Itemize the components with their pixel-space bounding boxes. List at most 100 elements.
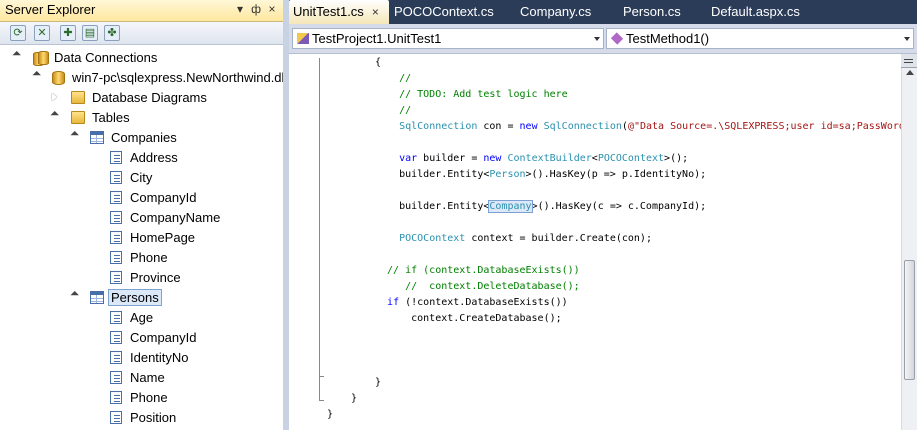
tree-node-column[interactable]: Name [0, 368, 283, 388]
code-line[interactable]: // TODO: Add test logic here [375, 88, 568, 102]
connect-to-database-icon[interactable]: ✚ [60, 25, 76, 41]
tree-node-database-diagrams[interactable]: Database Diagrams [0, 88, 283, 108]
tree-node-label: Position [130, 410, 177, 425]
tree-node-label: CompanyId [130, 330, 197, 345]
vertical-scrollbar[interactable] [901, 54, 917, 430]
tree-node-data-connections[interactable]: Data Connections [0, 48, 283, 68]
close-panel-icon[interactable]: × [265, 2, 279, 16]
code-line[interactable]: // context.DeleteDatabase(); [375, 280, 580, 294]
collapse-arrow-icon[interactable] [50, 111, 59, 120]
editor-split-handle[interactable] [901, 54, 917, 68]
tree-node-persons[interactable]: Persons [0, 288, 283, 308]
tree-node-column[interactable]: Province [0, 268, 283, 288]
column-icon [110, 191, 122, 204]
code-line[interactable]: } [351, 392, 357, 406]
close-tab-icon[interactable]: × [372, 5, 379, 19]
code-token: >().HasKey(p => p.IdentityNo); [525, 169, 707, 180]
table-icon [90, 291, 104, 304]
tree-node-column[interactable]: City [0, 168, 283, 188]
code-token: // TODO: Add test logic here [375, 89, 568, 100]
tree-node-column[interactable]: Phone [0, 388, 283, 408]
collapse-arrow-icon[interactable] [70, 291, 79, 300]
database-icon [52, 71, 65, 85]
code-line[interactable]: POCOContext context = builder.Create(con… [375, 232, 652, 246]
split-grip-icon [904, 59, 913, 60]
tree-node-label: HomePage [130, 230, 196, 245]
document-tab-strip: UnitTest1.cs × POCOContext.cs Company.cs Per… [289, 0, 917, 24]
tree-node-label: Name [130, 370, 165, 385]
code-line[interactable]: } [375, 376, 381, 390]
column-icon [110, 311, 122, 324]
column-icon [110, 371, 122, 384]
tree-node-column[interactable]: CompanyId [0, 188, 283, 208]
code-line[interactable]: var builder = new ContextBuilder<POCOCon… [375, 152, 688, 166]
code-line[interactable]: } [327, 408, 333, 422]
tree-node-column[interactable]: IdentityNo [0, 348, 283, 368]
column-icon [110, 171, 122, 184]
scrollbar-thumb[interactable] [904, 260, 915, 380]
code-line[interactable]: context.CreateDatabase(); [375, 312, 562, 326]
code-line[interactable]: builder.Entity<Company>().HasKey(c => c.… [375, 200, 706, 214]
tree-node-connection[interactable]: win7-pc\sqlexpress.NewNorthwind.dbo [0, 68, 283, 88]
code-line[interactable]: builder.Entity<Person>().HasKey(p => p.I… [375, 168, 706, 182]
tree-node-companies[interactable]: Companies [0, 128, 283, 148]
type-selector-dropdown[interactable]: TestProject1.UnitTest1 [292, 28, 604, 49]
tree-node-column[interactable]: CompanyId [0, 328, 283, 348]
stop-icon[interactable]: ✕ [34, 25, 50, 41]
tree-node-label: Tables [92, 110, 130, 125]
scroll-up-icon[interactable] [906, 70, 914, 75]
tab-company-cs[interactable]: Company.cs [516, 0, 612, 24]
code-token: context = builder.Create(con); [465, 233, 652, 244]
code-token: Company [488, 200, 533, 213]
visual-studio-window: Server Explorer ▾ ф × ⟳ ✕ ✚ ▤ ✤ Data Connect… [0, 0, 917, 430]
collapse-arrow-icon[interactable] [12, 51, 21, 60]
code-token: } [375, 377, 382, 388]
code-line[interactable]: { [375, 56, 381, 70]
tree-node-tables[interactable]: Tables [0, 108, 283, 128]
code-line[interactable]: // if (context.DatabaseExists()) [375, 264, 580, 278]
tree-node-column[interactable]: Position [0, 408, 283, 428]
tree-node-label: Database Diagrams [92, 90, 207, 105]
refresh-icon[interactable]: ⟳ [10, 25, 26, 41]
tab-pococontext-cs[interactable]: POCOContext.cs [390, 0, 510, 24]
code-editor[interactable]: { // // TODO: Add test logic here // Sql… [289, 54, 901, 430]
collapse-arrow-icon[interactable] [32, 71, 41, 80]
tree-node-column[interactable]: Address [0, 148, 283, 168]
code-token: // context.DeleteDatabase(); [375, 281, 580, 292]
code-line[interactable]: // [375, 104, 411, 118]
column-icon [110, 351, 122, 364]
tree-node-column[interactable]: CompanyName [0, 208, 283, 228]
table-icon [90, 131, 104, 144]
tree-node-column[interactable]: HomePage [0, 228, 283, 248]
tab-unittest1-cs[interactable]: UnitTest1.cs × [289, 0, 389, 24]
code-token: // [375, 105, 412, 116]
tree-node-label: Age [130, 310, 154, 325]
member-selector-value: TestMethod1() [626, 31, 710, 46]
code-line[interactable]: SqlConnection con = new SqlConnection(@"… [375, 120, 901, 134]
code-token: new [519, 121, 538, 132]
code-text[interactable]: { // // TODO: Add test logic here // Sql… [289, 54, 901, 430]
tree-node-column[interactable]: Age [0, 308, 283, 328]
tab-person-cs[interactable]: Person.cs [619, 0, 701, 24]
code-token: new [483, 153, 502, 164]
code-token: con = [477, 121, 520, 132]
server-explorer-toolbar: ⟳ ✕ ✚ ▤ ✤ [0, 22, 283, 45]
expand-arrow-icon[interactable] [52, 93, 57, 101]
collapse-arrow-icon[interactable] [70, 131, 79, 140]
chevron-down-icon [904, 37, 910, 41]
server-tree: Data Connections win7-pc\sqlexpress.NewNo… [0, 45, 283, 430]
tree-node-column[interactable]: Phone [0, 248, 283, 268]
connect-to-server-icon[interactable]: ▤ [82, 25, 98, 41]
auto-hide-pin-icon[interactable]: ф [249, 2, 263, 16]
tab-default-aspx-cs[interactable]: Default.aspx.cs [707, 0, 811, 24]
code-line[interactable]: // [375, 72, 411, 86]
code-line[interactable]: if (!context.DatabaseExists()) [375, 296, 568, 310]
window-position-dropdown-icon[interactable]: ▾ [233, 2, 247, 16]
server-explorer-titlebar: Server Explorer ▾ ф × [0, 0, 283, 22]
code-token: POCOContext [597, 153, 665, 164]
sharepoint-connection-icon[interactable]: ✤ [104, 25, 120, 41]
column-icon [110, 231, 122, 244]
tab-label: Company.cs [520, 4, 592, 19]
member-selector-dropdown[interactable]: TestMethod1() [606, 28, 914, 49]
